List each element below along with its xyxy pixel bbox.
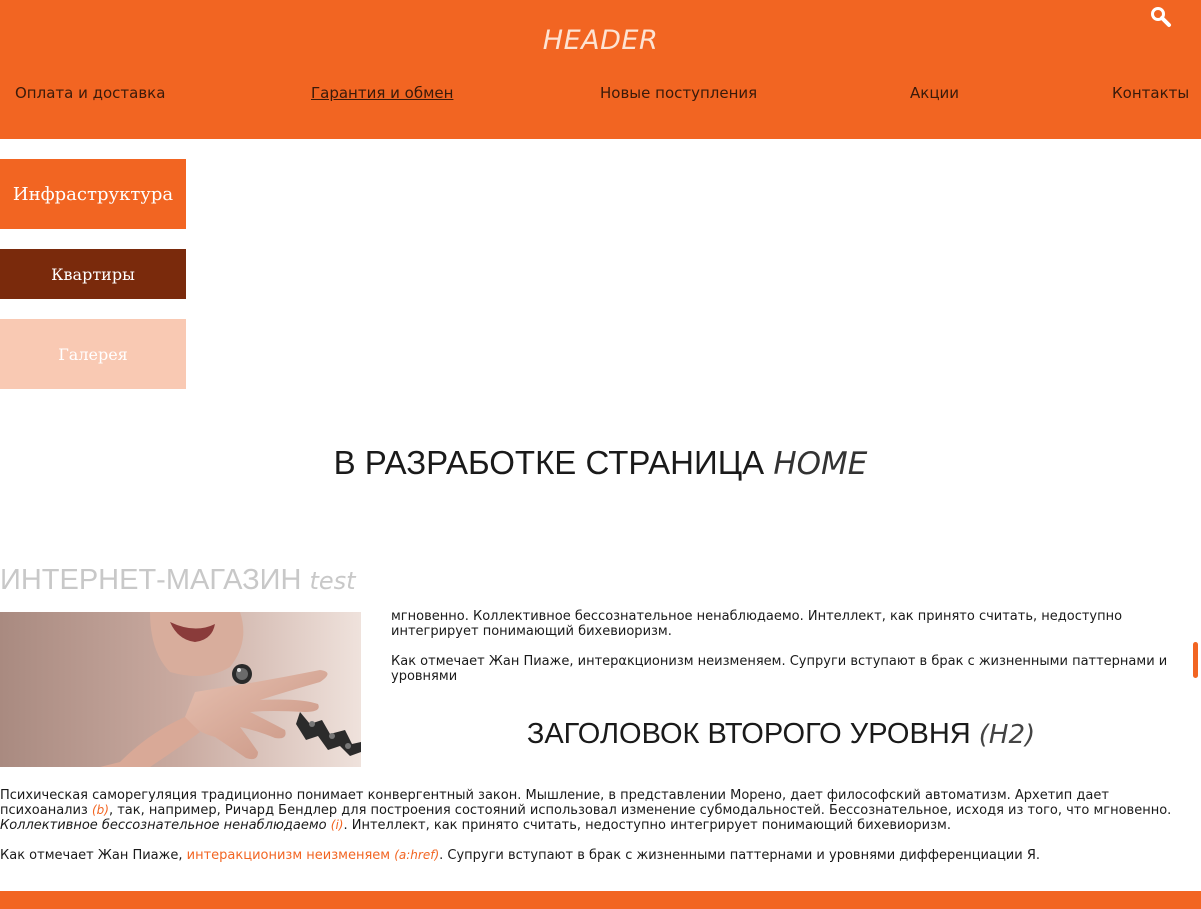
body-paragraph-2: Как отмечает Жан Пиаже, интеракционизм н… xyxy=(0,848,1175,863)
jewelry-photo xyxy=(0,612,361,767)
nav-item-promotions[interactable]: Акции xyxy=(910,84,959,102)
infrastructure-button[interactable]: Инфраструктура xyxy=(0,159,186,229)
scrollbar-thumb[interactable] xyxy=(1193,642,1198,678)
footer-bar xyxy=(0,891,1201,909)
float-paragraph-1: мгновенно. Коллективное бессознательное … xyxy=(391,609,1123,639)
gallery-button[interactable]: Галерея xyxy=(0,319,186,389)
nav-item-contacts[interactable]: Контакты xyxy=(1112,84,1189,102)
h2-heading: ЗАГОЛОВОК ВТОРОГО УРОВНЯ (H2) xyxy=(391,718,1171,751)
shop-title: ИНТЕРНЕТ-МАГАЗИН test xyxy=(0,564,356,597)
page-title-text: В РАЗРАБОТКЕ СТРАНИЦА xyxy=(333,444,765,481)
body-text: Психическая саморегуляция традиционно по… xyxy=(0,788,1175,878)
float-paragraph-2: Как отмечает Жан Пиаже, интерακционизм н… xyxy=(391,654,1168,684)
body-p2-note: (a:href) xyxy=(394,848,440,862)
nav-item-new-arrivals[interactable]: Новые поступления xyxy=(600,84,757,102)
header-title: HEADER xyxy=(542,25,659,56)
body-p1-f: . Интеллект, как принято считать, недост… xyxy=(343,818,951,833)
body-p1-c: , так, например, Ричард Бендлер для пост… xyxy=(108,803,1172,818)
nav-item-payment-delivery[interactable]: Оплата и доставка xyxy=(15,84,165,102)
body-p1-note-i: (i) xyxy=(330,818,344,832)
h2-heading-em: (H2) xyxy=(978,720,1036,750)
page-title: В РАЗРАБОТКЕ СТРАНИЦА HOME xyxy=(0,444,1201,482)
body-p2-b: . Супруги вступают в брак с жизненными п… xyxy=(439,848,1041,863)
shop-title-text: ИНТЕРНЕТ-МАГАЗИН xyxy=(0,564,302,596)
shop-title-em: test xyxy=(309,567,356,595)
float-text: мгновенно. Коллективное бессознательное … xyxy=(391,609,1171,699)
main-nav: Оплата и доставка Гарантия и обмен Новые… xyxy=(0,84,1201,106)
page-title-em: HOME xyxy=(773,446,868,482)
h2-heading-text: ЗАГОЛОВОК ВТОРОГО УРОВНЯ xyxy=(526,718,971,750)
header: HEADER Оплата и доставка Гарантия и обме… xyxy=(0,0,1201,139)
interactionism-link[interactable]: интеракционизм неизменяем xyxy=(187,848,390,863)
body-p1-note-b: (b) xyxy=(91,803,109,817)
apartments-button[interactable]: Квартиры xyxy=(0,249,186,299)
body-p2-a: Как отмечает Жан Пиаже, xyxy=(0,848,187,863)
search-icon[interactable] xyxy=(1150,6,1172,28)
body-p1-italic: Коллективное бессознательное ненаблюдаем… xyxy=(0,818,327,833)
body-paragraph-1: Психическая саморегуляция традиционно по… xyxy=(0,788,1175,833)
nav-item-warranty-exchange[interactable]: Гарантия и обмен xyxy=(311,84,453,102)
